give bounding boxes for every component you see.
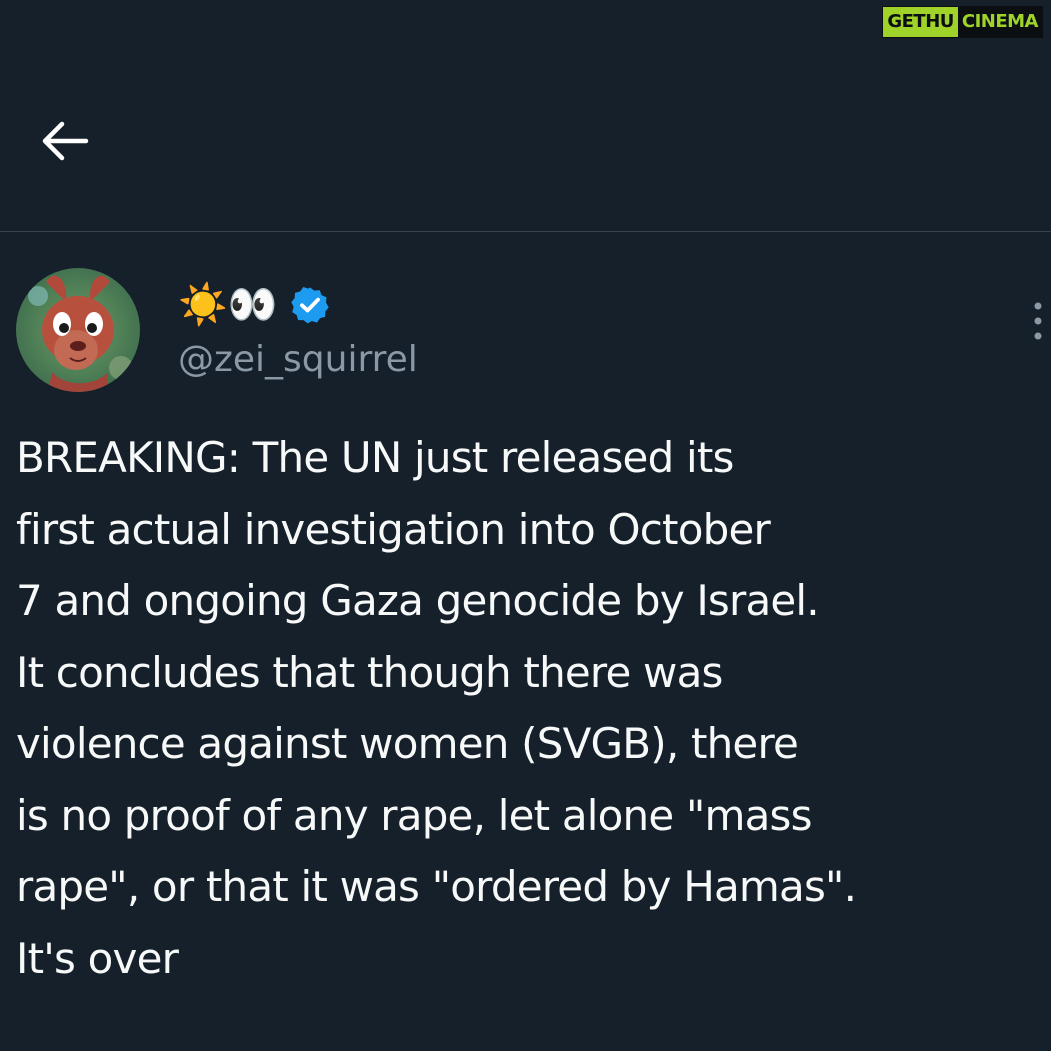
- arrow-left-icon[interactable]: [36, 114, 96, 166]
- top-navigation-bar: [0, 0, 1051, 231]
- user-handle[interactable]: @zei_squirrel: [178, 336, 418, 384]
- more-vertical-icon[interactable]: [1028, 300, 1048, 342]
- display-name-text: ☀️👀: [178, 282, 278, 328]
- squirrel-cartoon-avatar-icon: [16, 268, 140, 392]
- verified-badge-icon: [290, 287, 329, 324]
- avatar[interactable]: [16, 268, 140, 392]
- header-divider: [0, 231, 1051, 232]
- display-name[interactable]: ☀️👀: [178, 280, 330, 330]
- tweet-text: BREAKING: The UN just released its first…: [16, 433, 857, 983]
